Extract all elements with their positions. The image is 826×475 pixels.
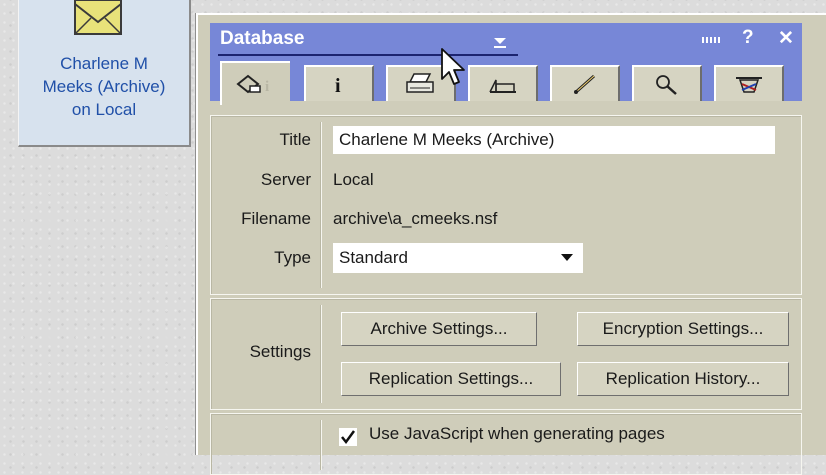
launch-icon [574, 74, 595, 94]
database-desktop-icon[interactable]: Charlene M Meeks (Archive) on Local [18, 0, 191, 147]
printer-icon [406, 73, 434, 93]
design-icon [489, 79, 516, 93]
svg-text:i: i [265, 79, 269, 95]
filename-label: Filename [241, 209, 311, 228]
tab-launch[interactable] [550, 65, 620, 101]
tab-advanced[interactable] [714, 65, 784, 101]
group-divider [321, 305, 322, 403]
group-divider [321, 122, 322, 288]
tab-database-basics[interactable]: i [220, 61, 290, 105]
tab-info[interactable]: i [304, 65, 374, 101]
group-divider [321, 420, 322, 470]
database-title-input[interactable]: Charlene M Meeks (Archive) [333, 126, 775, 154]
database-info-group: Title Charlene M Meeks (Archive) Server … [210, 115, 802, 295]
tab-design[interactable] [468, 65, 538, 101]
properties-type-dropdown-icon[interactable] [492, 33, 508, 49]
close-button[interactable]: ✕ [778, 27, 794, 50]
icon-label-line: Charlene M [60, 54, 148, 73]
advanced-icon [736, 77, 762, 93]
replication-history-button[interactable]: Replication History... [577, 362, 789, 396]
database-info-icon: i [236, 74, 269, 95]
title-label: Title [279, 130, 312, 149]
collapse-grip-icon[interactable] [702, 37, 722, 43]
icon-label-line: Meeks (Archive) [42, 77, 166, 96]
properties-tab-strip: i i [210, 59, 802, 105]
database-properties-panel: Database ? ✕ i i Title Charlene M Meeks … [196, 13, 826, 475]
settings-group: Settings Archive Settings... Encryption … [210, 298, 802, 410]
server-value: Local [333, 170, 374, 189]
options-group: Use JavaScript when generating pages [210, 413, 802, 475]
title-underline [218, 54, 518, 56]
chevron-down-icon [561, 254, 573, 261]
svg-text:i: i [335, 75, 341, 96]
replication-settings-button[interactable]: Replication Settings... [341, 362, 561, 396]
tab-full-text[interactable] [632, 65, 702, 101]
database-icon-label: Charlene M Meeks (Archive) on Local [19, 52, 189, 121]
settings-label: Settings [249, 342, 311, 361]
database-type-select[interactable]: Standard [333, 243, 583, 273]
properties-type-title: Database [220, 28, 305, 49]
mouse-cursor-icon [441, 48, 465, 85]
info-icon: i [335, 75, 341, 96]
type-label: Type [274, 248, 311, 267]
icon-label-line: on Local [71, 100, 137, 119]
use-javascript-checkbox[interactable] [339, 428, 357, 446]
encryption-settings-button[interactable]: Encryption Settings... [577, 312, 789, 346]
help-button[interactable]: ? [742, 27, 754, 49]
archive-settings-button[interactable]: Archive Settings... [341, 312, 537, 346]
properties-titlebar[interactable]: Database ? ✕ [210, 23, 802, 59]
use-javascript-label: Use JavaScript when generating pages [369, 424, 665, 443]
full-text-search-icon [656, 75, 677, 95]
filename-value: archive\a_cmeeks.nsf [333, 209, 498, 228]
database-type-value: Standard [339, 248, 408, 267]
server-label: Server [260, 170, 311, 189]
mail-database-icon [74, 0, 122, 35]
